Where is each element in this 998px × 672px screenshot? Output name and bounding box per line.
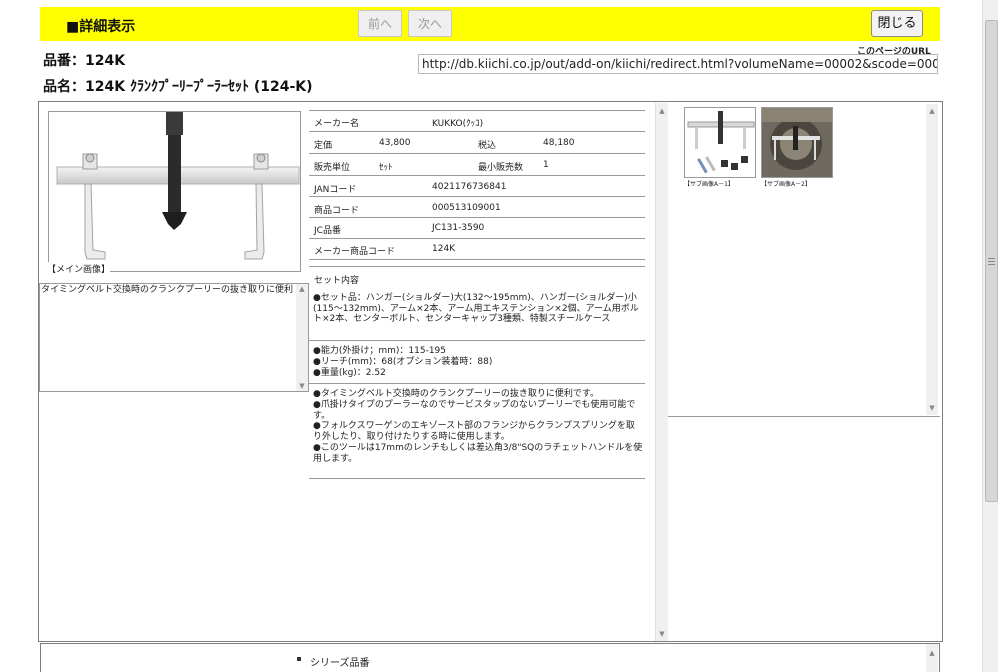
thumbnail-1[interactable] [684, 107, 756, 178]
feature-text: ●このツールは17mmのレンチもしくは差込角3/8"SQのラチェットハンドルを使… [313, 443, 643, 464]
spec-label: JC品番 [314, 226, 341, 236]
spec-label: 税込 [478, 141, 497, 151]
prev-button[interactable]: 前へ [358, 10, 402, 37]
spec-label: 商品コード [314, 206, 360, 216]
spec-label: 販売単位 [314, 163, 351, 173]
thumbnail-1-caption: 【サブ画像A－1】 [684, 181, 734, 188]
close-button[interactable]: 閉じる [871, 10, 923, 37]
main-image[interactable] [48, 111, 301, 272]
product-code: 品番：124K [43, 53, 126, 69]
detail-scrollbar[interactable]: ▲ ▼ [655, 103, 668, 641]
thumbnail-scrollbar[interactable]: ▲ ▼ [926, 104, 938, 415]
page-url-field[interactable]: http://db.kiichi.co.jp/out/add-on/kiichi… [418, 54, 938, 74]
spec-value: KUKKO(ｸｯｺ) [432, 119, 484, 129]
spec-value: 4021176736841 [432, 182, 507, 192]
spec-value: JC131-3590 [432, 223, 485, 233]
feature-text: ●タイミングベルト交換時のクランクプーリーの抜き取りに便利です。 [313, 389, 599, 399]
description-box: タイミングベルト交換時のクランクプーリーの抜き取りに便利 ▲ ▼ [39, 283, 309, 392]
main-image-caption: 【メイン画像】 [47, 262, 111, 275]
set-contents-items: ●セット品：ハンガー(ショルダー)大(132～195mm)、ハンガー(ショルダー… [313, 293, 639, 325]
spec-reach: ●リーチ(mm)：68(オプション装着時：88) [313, 357, 493, 367]
engine-use-thumbnail [762, 108, 832, 177]
bullet-icon [297, 657, 301, 661]
scroll-up-icon[interactable]: ▲ [296, 284, 308, 294]
product-name: 品名：124K ｸﾗﾝｸﾌﾟｰﾘｰﾌﾟｰﾗｰｾｯﾄ (124-K) [43, 79, 313, 95]
spec-weight: ●重量(kg)：2.52 [313, 368, 386, 378]
spec-label: 最小販売数 [478, 163, 524, 173]
scroll-up-icon[interactable]: ▲ [656, 106, 668, 116]
series-label: シリーズ品番 [310, 658, 370, 669]
spec-value: 000513109001 [432, 203, 501, 213]
header-bar [40, 7, 940, 41]
thumbnail-2-caption: 【サブ画像A－2】 [761, 181, 811, 188]
description-text: タイミングベルト交換時のクランクプーリーの抜き取りに便利 [41, 285, 294, 295]
scroll-up-icon[interactable]: ▲ [926, 106, 938, 116]
scroll-down-icon[interactable]: ▼ [296, 381, 308, 391]
spec-value: 124K [432, 244, 456, 254]
spec-label: メーカー名 [314, 119, 360, 129]
scroll-down-icon[interactable]: ▼ [926, 403, 938, 413]
set-contents-title: セット内容 [314, 276, 360, 286]
series-scrollbar[interactable]: ▲ [926, 644, 938, 672]
spec-value: 43,800 [379, 138, 411, 148]
scroll-up-icon[interactable]: ▲ [926, 648, 938, 658]
spec-label: JANコード [314, 185, 357, 195]
spec-value: ｾｯﾄ [379, 163, 393, 173]
description-scrollbar[interactable]: ▲ ▼ [296, 284, 308, 391]
feature-text: ●フォルクスワーゲンのエキゾースト部のフランジからクランプスプリングを取り外した… [313, 421, 635, 442]
thumbnail-2[interactable] [761, 107, 833, 178]
spec-value: 48,180 [543, 138, 575, 148]
spec-label: メーカー商品コード [314, 247, 396, 257]
puller-tool-image [56, 112, 300, 260]
spec-label: 定価 [314, 141, 333, 151]
feature-text: ●爪掛けタイプのプーラーなのでサービスタップのないプーリーでも使用可能です。 [313, 400, 636, 421]
spec-ability: ●能力(外掛け；mm)：115-195 [313, 346, 447, 356]
window-scrollbar[interactable] [982, 0, 998, 672]
next-button[interactable]: 次へ [408, 10, 452, 37]
series-box [40, 643, 940, 672]
window-scroll-thumb[interactable] [985, 20, 998, 502]
page-title: ■詳細表示 [66, 19, 136, 35]
scroll-down-icon[interactable]: ▼ [656, 629, 668, 639]
tool-set-thumbnail [685, 108, 755, 177]
spec-value: 1 [543, 160, 549, 170]
